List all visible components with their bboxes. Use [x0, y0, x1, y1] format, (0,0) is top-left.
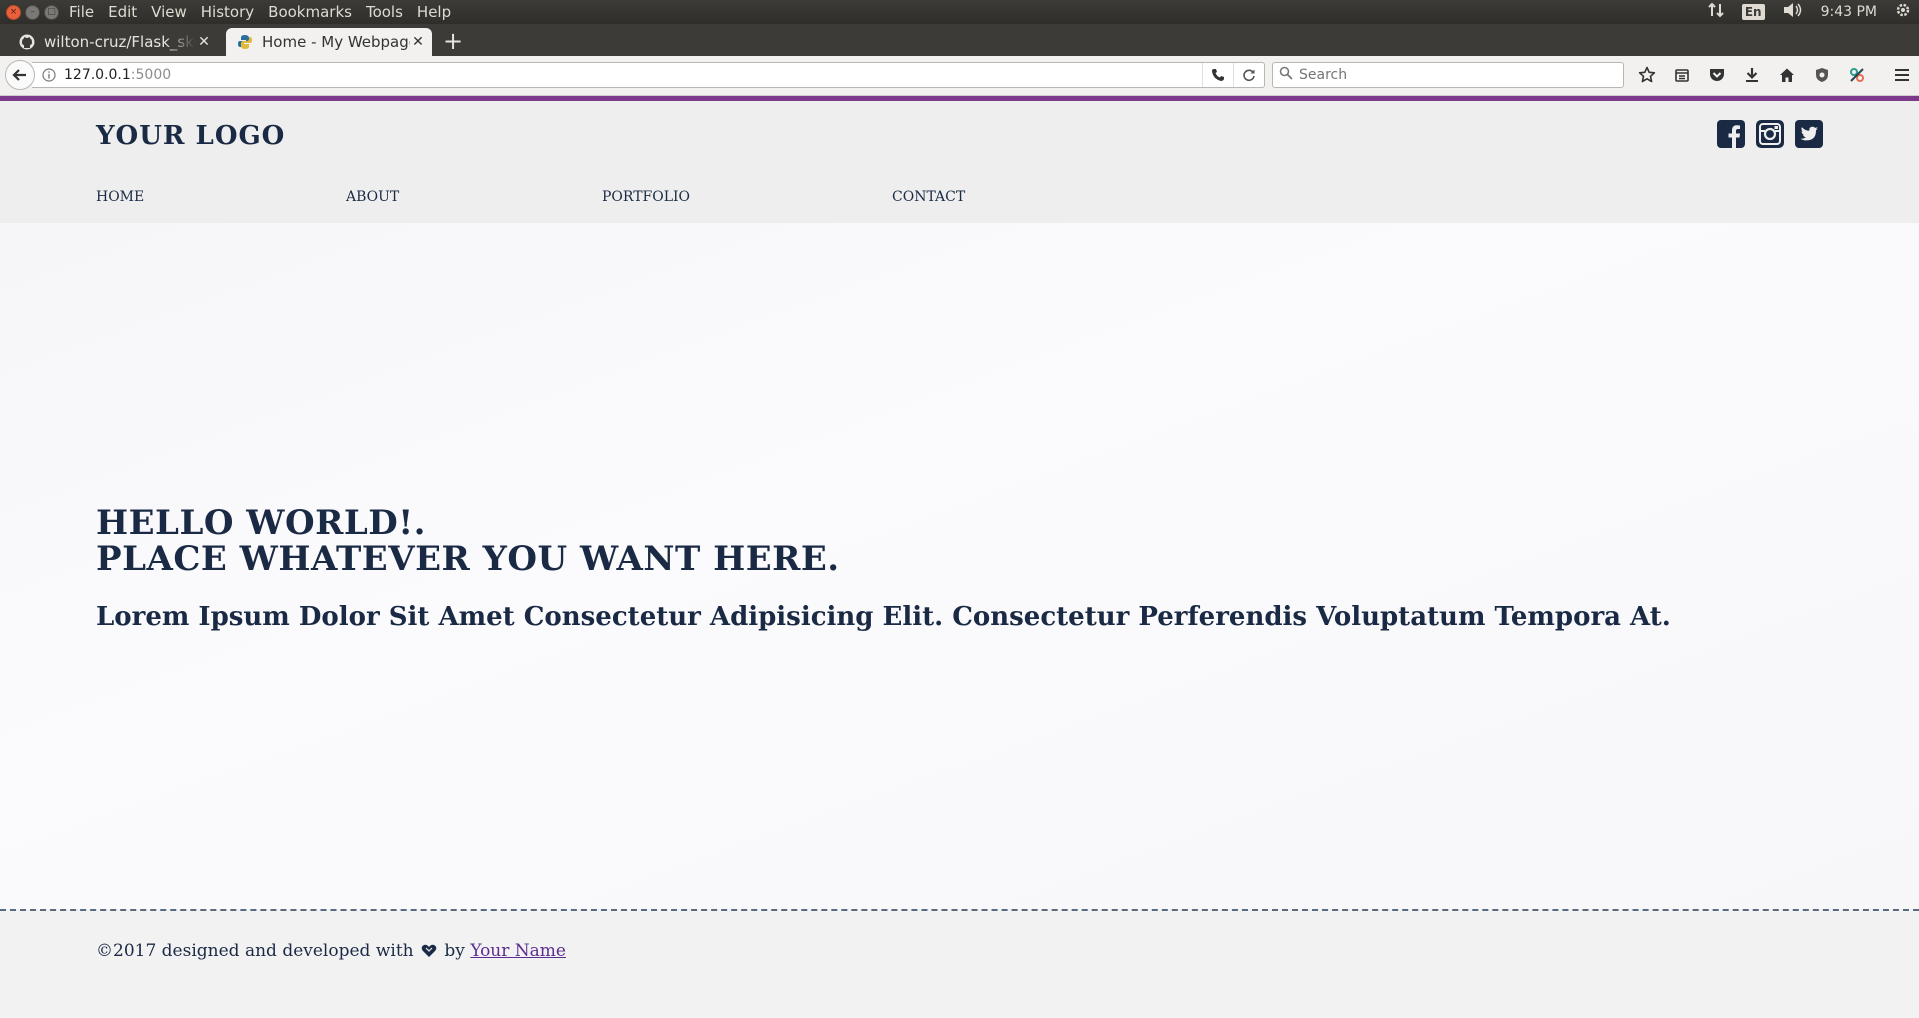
webpage: YOUR LOGO HOME ABOUT PORTFOLIO CONTACT H… — [0, 96, 1919, 1018]
home-icon[interactable] — [1776, 64, 1798, 86]
new-tab-button[interactable]: + — [440, 28, 466, 56]
keyboard-layout-indicator[interactable]: En — [1741, 4, 1765, 20]
hamburger-menu-icon[interactable] — [1891, 64, 1913, 86]
settings-gear-icon[interactable] — [1895, 2, 1911, 22]
back-button[interactable] — [5, 60, 35, 90]
search-input[interactable] — [1297, 66, 1623, 84]
reload-icon[interactable] — [1233, 63, 1264, 87]
nav-contact-link[interactable]: CONTACT — [892, 189, 965, 205]
pocket-icon[interactable] — [1706, 64, 1728, 86]
window-close-button[interactable]: × — [6, 4, 21, 20]
toolbar-icons — [1636, 62, 1868, 88]
nav-portfolio-link[interactable]: PORTFOLIO — [602, 189, 690, 205]
menu-help[interactable]: Help — [417, 3, 451, 21]
site-logo[interactable]: YOUR LOGO — [96, 121, 285, 151]
menu-history[interactable]: History — [201, 3, 254, 21]
url-bar[interactable]: 127.0.0.1:5000 — [32, 62, 1265, 88]
search-icon — [1279, 66, 1293, 84]
page-info-icon[interactable] — [42, 68, 56, 82]
app-menu: File Edit View History Bookmarks Tools H… — [69, 3, 451, 21]
nav-home-link[interactable]: HOME — [96, 189, 144, 205]
nav-about-link[interactable]: ABOUT — [346, 189, 399, 205]
python-icon — [236, 33, 254, 51]
menu-edit[interactable]: Edit — [108, 3, 137, 21]
tab-home[interactable]: Home - My Webpage ✕ — [226, 28, 432, 56]
browser-toolbar: 127.0.0.1:5000 — [0, 56, 1919, 96]
arrow-left-icon — [12, 69, 26, 81]
social-links — [1717, 120, 1823, 148]
tab-close-icon[interactable]: ✕ — [196, 34, 212, 50]
footer-by: by — [444, 941, 465, 961]
hero-heading-line-2: PLACE WHATEVER YOU WANT HERE. — [96, 539, 840, 579]
tab-strip: wilton-cruz/Flask_skeleton ✕ Home - My W… — [0, 24, 1919, 56]
menu-view[interactable]: View — [151, 3, 187, 21]
colorful-extension-icon[interactable] — [1846, 64, 1868, 86]
menu-file[interactable]: File — [69, 3, 94, 21]
phone-icon[interactable] — [1202, 63, 1233, 87]
url-actions — [1202, 63, 1264, 87]
reading-list-icon[interactable] — [1671, 64, 1693, 86]
tab-label: Home - My Webpage — [262, 33, 410, 51]
search-bar[interactable] — [1272, 62, 1624, 88]
os-top-bar: × – □ File Edit View History Bookmarks T… — [0, 0, 1919, 24]
system-tray: En 9:43 PM — [1708, 0, 1911, 24]
twitter-icon[interactable] — [1795, 120, 1823, 148]
github-icon — [18, 33, 36, 51]
shield-extension-icon[interactable] — [1811, 64, 1833, 86]
tab-close-icon[interactable]: ✕ — [410, 34, 426, 50]
site-footer: ©2017 designed and developed with by You… — [0, 909, 1919, 1018]
menu-bookmarks[interactable]: Bookmarks — [268, 3, 352, 21]
hero-section: HELLO WORLD!. PLACE WHATEVER YOU WANT HE… — [0, 223, 1919, 909]
url-port: :5000 — [130, 67, 172, 83]
site-header: YOUR LOGO HOME ABOUT PORTFOLIO CONTACT — [0, 101, 1919, 223]
tab-label: wilton-cruz/Flask_skeleton — [44, 33, 196, 51]
heart-icon — [421, 943, 437, 963]
footer-prefix: ©2017 designed and developed with — [96, 941, 414, 961]
clock[interactable]: 9:43 PM — [1821, 4, 1877, 20]
hero-heading: HELLO WORLD!. PLACE WHATEVER YOU WANT HE… — [96, 505, 840, 577]
download-icon[interactable] — [1741, 64, 1763, 86]
instagram-icon[interactable] — [1756, 120, 1784, 148]
menu-tools[interactable]: Tools — [366, 3, 403, 21]
tab-github[interactable]: wilton-cruz/Flask_skeleton ✕ — [18, 28, 218, 56]
window-minimize-button[interactable]: – — [25, 4, 40, 20]
network-icon[interactable] — [1708, 2, 1724, 22]
footer-credit: ©2017 designed and developed with by You… — [96, 941, 566, 963]
hero-heading-line-1: HELLO WORLD!. — [96, 503, 427, 543]
window-controls: × – □ — [6, 4, 59, 20]
window-maximize-button[interactable]: □ — [44, 4, 59, 20]
bookmark-star-icon[interactable] — [1636, 64, 1658, 86]
footer-author-link[interactable]: Your Name — [470, 941, 566, 961]
facebook-icon[interactable] — [1717, 120, 1745, 148]
volume-icon[interactable] — [1783, 2, 1803, 22]
hero-subtitle: Lorem Ipsum Dolor Sit Amet Consectetur A… — [96, 602, 1671, 632]
url-host: 127.0.0.1 — [64, 67, 131, 83]
